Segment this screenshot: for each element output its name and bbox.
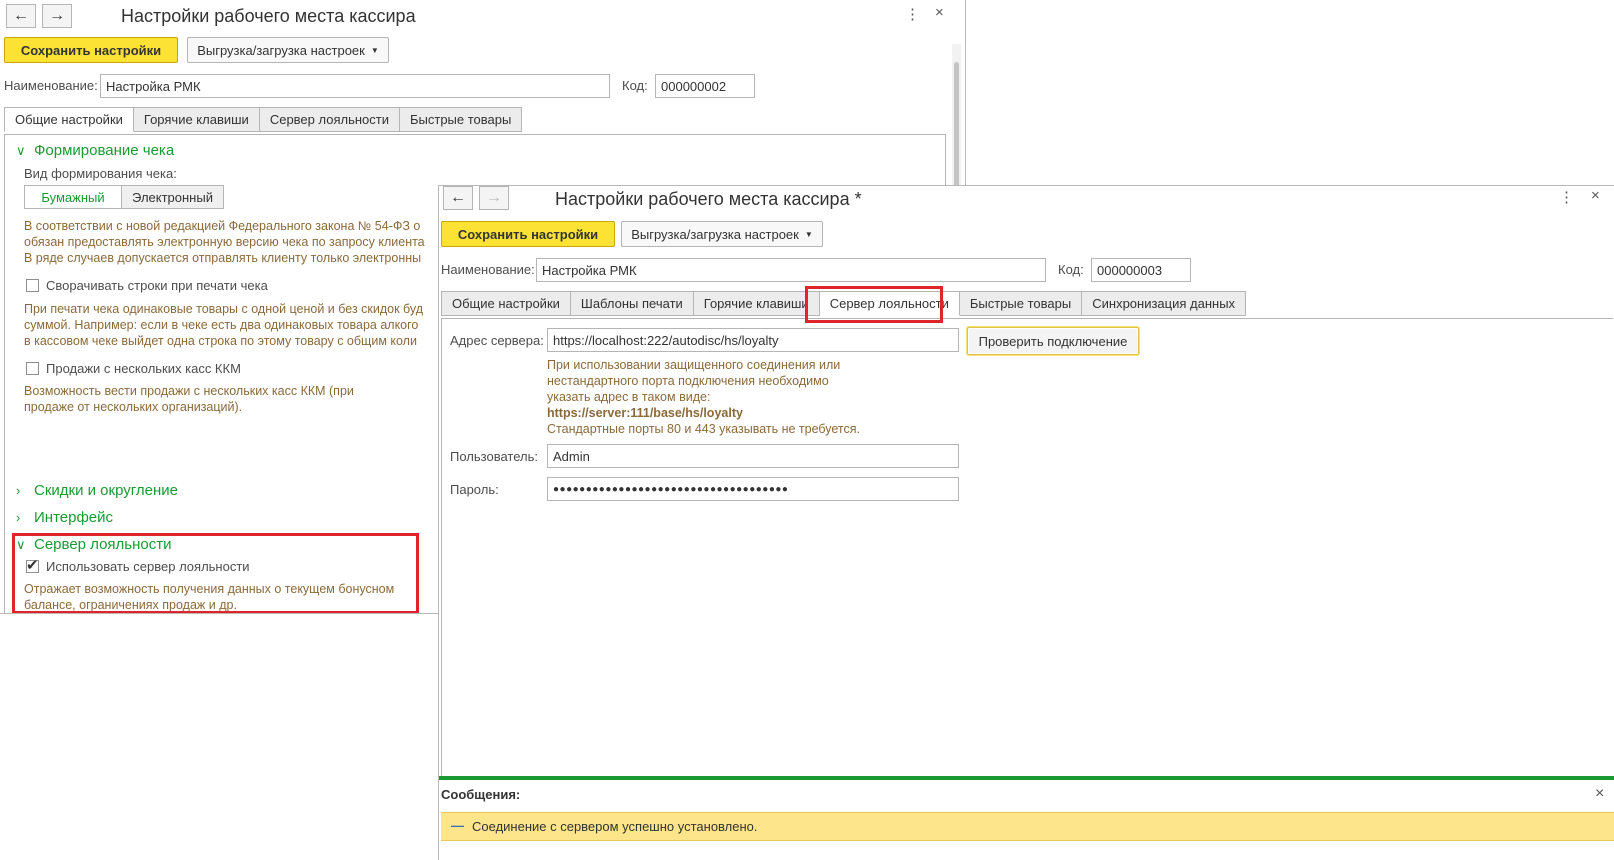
- password-label: Пароль:: [450, 482, 499, 497]
- tab-quick-goods[interactable]: Быстрые товары: [400, 107, 523, 132]
- address-hint-line: При использовании защищенного соединения…: [547, 358, 841, 372]
- code-label: Код:: [1058, 262, 1084, 277]
- arrow-left-icon: ←: [450, 189, 466, 206]
- multi-kkm-checkbox[interactable]: [26, 362, 39, 375]
- export-import-label: Выгрузка/загрузка настроек: [197, 42, 365, 58]
- window-title: Настройки рабочего места кассира *: [555, 189, 862, 209]
- tab-general[interactable]: Общие настройки: [4, 107, 134, 132]
- messages-divider: [439, 776, 1614, 780]
- message-text: Соединение с сервером успешно установлен…: [472, 819, 758, 834]
- multi-kkm-label: Продажи с нескольких касс ККМ: [46, 361, 241, 376]
- section-discounts-header[interactable]: › Скидки и округление: [16, 482, 178, 499]
- scrollbar-thumb[interactable]: [954, 62, 959, 202]
- name-input[interactable]: Настройка РМК: [100, 74, 610, 98]
- user-input[interactable]: Admin: [547, 444, 959, 468]
- section-discounts-title: Скидки и округление: [34, 482, 179, 499]
- tab-hotkeys[interactable]: Горячие клавиши: [693, 291, 820, 316]
- law-hint: В соответствии с новой редакцией Федерал…: [24, 218, 425, 266]
- section-interface-title: Интерфейс: [34, 509, 114, 526]
- highlight-box: [12, 533, 419, 613]
- dropdown-caret-icon: ▼: [370, 45, 379, 55]
- server-address-label: Адрес сервера:: [450, 333, 544, 348]
- arrow-right-icon: →: [486, 189, 502, 206]
- name-input[interactable]: Настройка РМК: [536, 258, 1046, 282]
- front-settings-window: ← → Настройки рабочего места кассира * ⋮…: [438, 185, 1614, 860]
- chevron-right-icon: ›: [16, 483, 21, 498]
- address-hint-line: нестандартного порта подключения необход…: [547, 374, 829, 388]
- back-button[interactable]: ←: [443, 186, 473, 210]
- export-import-label: Выгрузка/загрузка настроек: [631, 226, 799, 242]
- close-icon[interactable]: ×: [1595, 785, 1604, 803]
- section-interface-header[interactable]: › Интерфейс: [16, 509, 113, 526]
- code-input[interactable]: 000000002: [655, 74, 755, 98]
- save-settings-button[interactable]: Сохранить настройки: [4, 37, 178, 63]
- forward-button[interactable]: →: [479, 186, 509, 210]
- save-settings-button[interactable]: Сохранить настройки: [441, 221, 615, 247]
- address-hint: При использовании защищенного соединения…: [547, 357, 860, 437]
- dropdown-caret-icon: ▼: [804, 229, 813, 239]
- address-example: https://server:111/base/hs/loyalty: [547, 406, 743, 420]
- forward-button[interactable]: →: [42, 4, 72, 28]
- law-hint-line: В ряде случаев допускается отправлять кл…: [24, 251, 422, 265]
- chevron-right-icon: ›: [16, 510, 21, 525]
- message-row: — Соединение с сервером успешно установл…: [441, 812, 1614, 841]
- multi-kkm-hint: Возможность вести продажи с нескольких к…: [24, 383, 354, 415]
- section-receipt-header[interactable]: ∨ Формирование чека: [16, 142, 174, 159]
- export-import-button[interactable]: Выгрузка/загрузка настроек ▼: [621, 221, 823, 247]
- arrow-right-icon: →: [49, 7, 65, 24]
- law-hint-line: В соответствии с новой редакцией Федерал…: [24, 219, 421, 233]
- close-icon[interactable]: ×: [935, 4, 944, 21]
- tab-data-sync[interactable]: Синхронизация данных: [1082, 291, 1247, 316]
- chevron-down-icon: ∨: [16, 142, 26, 158]
- more-icon[interactable]: ⋮: [905, 5, 920, 23]
- highlight-box: [805, 286, 943, 323]
- multi-kkm-hint-line: продаже от нескольких организаций).: [24, 400, 243, 414]
- tab-loyalty-server[interactable]: Сервер лояльности: [259, 107, 400, 132]
- messages-label: Сообщения:: [441, 787, 521, 802]
- ports-hint: Стандартные порты 80 и 443 указывать не …: [547, 422, 861, 436]
- tab-quick-goods[interactable]: Быстрые товары: [959, 291, 1083, 316]
- code-label: Код:: [622, 78, 648, 93]
- close-icon[interactable]: ×: [1591, 187, 1600, 204]
- server-address-input[interactable]: https://localhost:222/autodisc/hs/loyalt…: [547, 328, 959, 352]
- more-icon[interactable]: ⋮: [1559, 188, 1574, 206]
- tab-hotkeys[interactable]: Горячие клавиши: [133, 107, 260, 132]
- receipt-kind-electronic[interactable]: Электронный: [122, 185, 224, 209]
- back-button[interactable]: ←: [6, 4, 36, 28]
- receipt-kind-paper[interactable]: Бумажный: [24, 185, 122, 209]
- collapse-hint-line: суммой. Например: если в чеке есть два о…: [24, 318, 419, 332]
- user-label: Пользователь:: [450, 449, 538, 464]
- tab-general[interactable]: Общие настройки: [441, 291, 571, 316]
- tab-bar: Общие настройки Горячие клавиши Сервер л…: [4, 107, 523, 132]
- name-label: Наименование:: [4, 78, 98, 93]
- section-receipt-title: Формирование чека: [34, 142, 175, 159]
- collapse-rows-label: Сворачивать строки при печати чека: [46, 278, 268, 293]
- message-marker-icon: —: [451, 818, 464, 833]
- address-hint-line: указать адрес в таком виде:: [547, 390, 711, 404]
- receipt-kind-label: Вид формирования чека:: [24, 166, 177, 181]
- multi-kkm-hint-line: Возможность вести продажи с нескольких к…: [24, 384, 354, 398]
- code-input[interactable]: 000000003: [1091, 258, 1191, 282]
- export-import-button[interactable]: Выгрузка/загрузка настроек ▼: [187, 37, 389, 63]
- arrow-left-icon: ←: [13, 7, 29, 24]
- password-input[interactable]: ●●●●●●●●●●●●●●●●●●●●●●●●●●●●●●●●●●●●: [547, 477, 959, 501]
- receipt-kind-switch: Бумажный Электронный: [24, 185, 224, 209]
- window-title: Настройки рабочего места кассира: [121, 6, 416, 26]
- collapse-rows-checkbox[interactable]: [26, 279, 39, 292]
- collapse-hint-line: в кассовом чеке выйдет одна строка по эт…: [24, 334, 417, 348]
- check-connection-button[interactable]: Проверить подключение: [967, 327, 1139, 355]
- collapse-hint-line: При печати чека одинаковые товары с одно…: [24, 302, 424, 316]
- collapse-hint: При печати чека одинаковые товары с одно…: [24, 301, 423, 349]
- law-hint-line: обязан предоставлять электронную версию …: [24, 235, 425, 249]
- name-label: Наименование:: [441, 262, 535, 277]
- tab-print-templates[interactable]: Шаблоны печати: [570, 291, 694, 316]
